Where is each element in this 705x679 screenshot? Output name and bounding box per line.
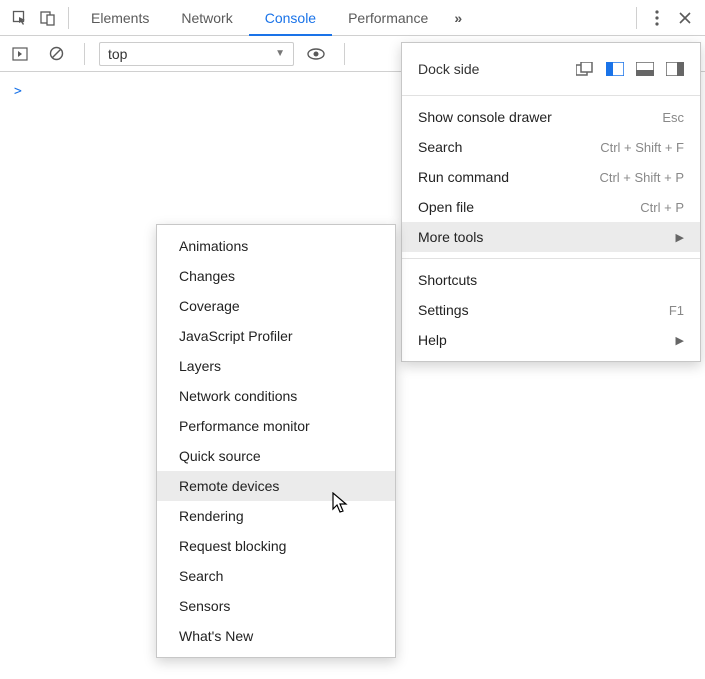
tab-console[interactable]: Console xyxy=(249,0,332,35)
menu-search[interactable]: SearchCtrl + Shift + F xyxy=(402,132,700,162)
tool-animations[interactable]: Animations xyxy=(157,231,395,261)
dock-right-icon[interactable] xyxy=(666,62,684,76)
tool-rendering[interactable]: Rendering xyxy=(157,501,395,531)
dock-left-icon[interactable] xyxy=(606,62,624,76)
kebab-menu-icon[interactable] xyxy=(643,4,671,32)
chevron-down-icon: ▼ xyxy=(275,48,285,59)
tool-performance-monitor[interactable]: Performance monitor xyxy=(157,411,395,441)
tool-javascript-profiler[interactable]: JavaScript Profiler xyxy=(157,321,395,351)
tool-coverage[interactable]: Coverage xyxy=(157,291,395,321)
dock-bottom-icon[interactable] xyxy=(636,62,654,76)
tab-elements[interactable]: Elements xyxy=(75,0,165,35)
submenu-caret-icon: ▶ xyxy=(676,231,684,244)
tab-performance[interactable]: Performance xyxy=(332,0,444,35)
menu-help[interactable]: Help▶ xyxy=(402,325,700,355)
more-tools-submenu: Animations Changes Coverage JavaScript P… xyxy=(156,224,396,658)
context-value: top xyxy=(108,46,127,62)
menu-run-command[interactable]: Run commandCtrl + Shift + P xyxy=(402,162,700,192)
devtools-tabbar: Elements Network Console Performance » xyxy=(0,0,705,36)
menu-shortcuts[interactable]: Shortcuts xyxy=(402,265,700,295)
tab-network[interactable]: Network xyxy=(165,0,248,35)
console-prompt: > xyxy=(14,84,22,99)
tool-network-conditions[interactable]: Network conditions xyxy=(157,381,395,411)
dock-undock-icon[interactable] xyxy=(576,62,594,76)
more-tabs-icon[interactable]: » xyxy=(444,4,472,32)
sidebar-toggle-icon[interactable] xyxy=(6,40,34,68)
tool-request-blocking[interactable]: Request blocking xyxy=(157,531,395,561)
main-menu: Dock side Show console drawerEsc SearchC… xyxy=(401,42,701,362)
menu-open-file[interactable]: Open fileCtrl + P xyxy=(402,192,700,222)
tool-changes[interactable]: Changes xyxy=(157,261,395,291)
device-toggle-icon[interactable] xyxy=(34,4,62,32)
clear-console-icon[interactable] xyxy=(42,40,70,68)
close-devtools-icon[interactable] xyxy=(671,4,699,32)
menu-settings[interactable]: SettingsF1 xyxy=(402,295,700,325)
menu-show-console-drawer[interactable]: Show console drawerEsc xyxy=(402,102,700,132)
tool-remote-devices[interactable]: Remote devices xyxy=(157,471,395,501)
live-expression-icon[interactable] xyxy=(302,40,330,68)
dock-side-label: Dock side xyxy=(418,61,479,77)
tool-layers[interactable]: Layers xyxy=(157,351,395,381)
tool-sensors[interactable]: Sensors xyxy=(157,591,395,621)
context-selector[interactable]: top ▼ xyxy=(99,42,294,66)
submenu-caret-icon: ▶ xyxy=(676,334,684,347)
menu-more-tools[interactable]: More tools▶ xyxy=(402,222,700,252)
tool-search[interactable]: Search xyxy=(157,561,395,591)
tool-whats-new[interactable]: What's New xyxy=(157,621,395,651)
inspect-element-icon[interactable] xyxy=(6,4,34,32)
tool-quick-source[interactable]: Quick source xyxy=(157,441,395,471)
